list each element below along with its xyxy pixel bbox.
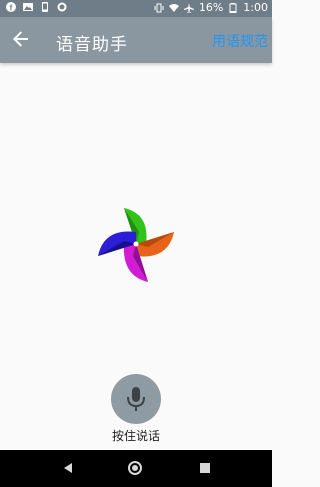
- app-bar: 语音助手 用语规范: [0, 17, 272, 63]
- arrow-left-icon[interactable]: [9, 27, 33, 51]
- status-bar: f 16% 1:00: [0, 0, 272, 17]
- page-title: 语音助手: [56, 35, 128, 55]
- wifi-icon: [168, 3, 179, 12]
- vibrate-icon: [154, 3, 164, 12]
- microphone-icon: [127, 387, 145, 411]
- home-circle-icon[interactable]: [128, 461, 142, 475]
- image-icon: [23, 3, 33, 11]
- circle-icon: [57, 2, 67, 12]
- push-to-talk-label: 按住说话: [111, 429, 160, 443]
- usage-guidelines-button[interactable]: 用语规范: [212, 31, 268, 51]
- clock: 1:00: [243, 1, 268, 14]
- system-nav-bar: [0, 450, 272, 487]
- recent-square-icon[interactable]: [200, 463, 210, 473]
- back-triangle-icon[interactable]: [62, 462, 74, 474]
- facebook-icon: f: [6, 2, 16, 12]
- push-to-talk-button[interactable]: [111, 374, 161, 424]
- svg-text:f: f: [10, 4, 13, 12]
- battery-icon: [229, 2, 237, 13]
- airplane-icon: [183, 2, 194, 13]
- battery-percent: 16%: [198, 1, 224, 14]
- pinwheel-icon: [98, 208, 174, 282]
- phone-icon: [42, 2, 48, 12]
